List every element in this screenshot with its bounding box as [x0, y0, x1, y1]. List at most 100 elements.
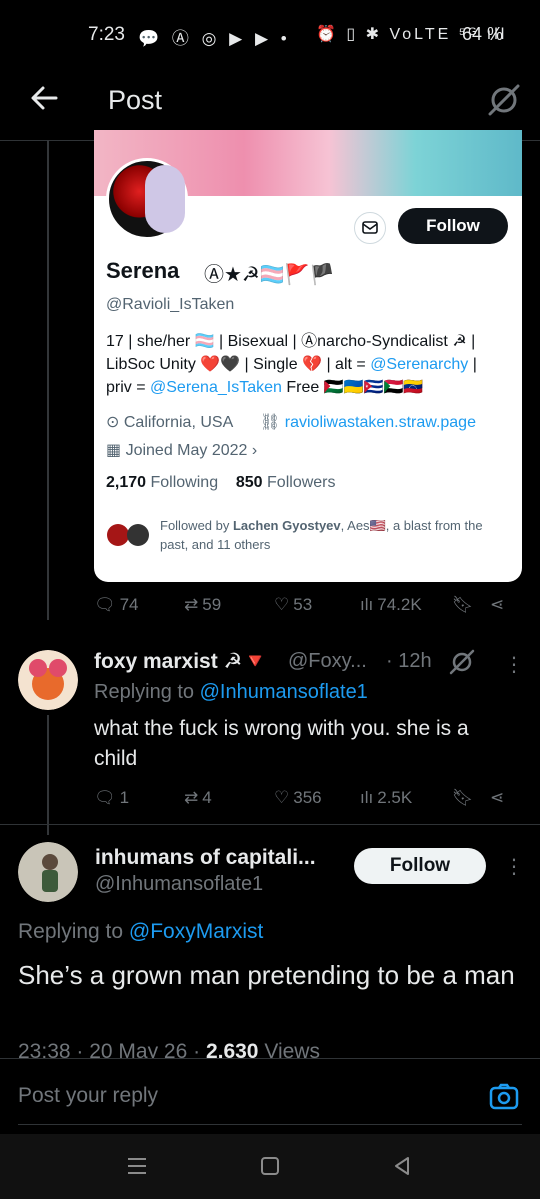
more-options-icon[interactable]: ⋮: [504, 652, 524, 677]
notification-icons: 💬 Ⓐ ◎ ▶ ▶ •: [138, 29, 291, 48]
main-author-handle[interactable]: @Inhumansoflate1: [95, 873, 263, 896]
card-location: ⊙ California, USA: [106, 412, 233, 432]
followed-by-text: Followed by Lachen Gyostyev, Aes🇺🇸, a bl…: [160, 516, 510, 554]
reply-avatar[interactable]: [18, 650, 78, 710]
profile-card-image[interactable]: Follow Serena Ⓐ★☭🏳️‍⚧️🚩🏴 @Ravioli_IsTake…: [94, 130, 522, 582]
location-text: California, USA: [123, 414, 234, 431]
repost-count: 59: [202, 595, 222, 614]
url-text: ravioliwastaken.straw.page: [284, 414, 476, 431]
reply-count: 1: [119, 788, 130, 807]
follow-button[interactable]: Follow: [354, 848, 486, 884]
views-count: 74.2K: [377, 595, 422, 614]
repost-icon: ⇄: [184, 595, 199, 614]
home-icon[interactable]: [258, 1154, 282, 1178]
bookmark-button[interactable]: 🔖︎: [452, 788, 474, 808]
card-bio: 17 | she/her 🏳️‍⚧️ | Bisexual | Ⓐnarcho-…: [106, 330, 506, 399]
card-name: Serena: [106, 258, 180, 283]
replying-to-handle[interactable]: @FoxyMarxist: [129, 920, 264, 943]
card-follow-button: Follow: [398, 208, 508, 244]
heart-icon: ♡: [274, 595, 290, 614]
bookmark-icon: 🔖︎: [452, 788, 474, 807]
following-label: Following: [150, 474, 219, 491]
bio-text: Free 🇵🇸🇺🇦🇨🇺🇸🇩🇻🇪: [281, 379, 424, 396]
profile-avatar: [106, 158, 188, 240]
grok-icon[interactable]: [448, 648, 476, 676]
reply-author-handle[interactable]: @Foxy...: [288, 650, 367, 673]
back-arrow-icon[interactable]: [26, 80, 62, 116]
grok-icon[interactable]: [486, 82, 522, 118]
main-author-name[interactable]: inhumans of capitali...: [95, 846, 316, 870]
card-follow-counts: 2,170 Following 850 Followers: [106, 474, 336, 492]
joined-text: Joined May 2022: [125, 442, 248, 459]
reply-actions: 🗨︎ 1 ⇄ 4 ♡ 356 ılı 2.5K 🔖︎ ⋖: [0, 788, 540, 818]
replying-to: Replying to @Inhumansoflate1: [94, 681, 368, 704]
heart-icon: ♡: [274, 788, 290, 807]
status-time: 7:23: [88, 24, 125, 45]
post-timestamp: 23:38 · 20 May 26 ·: [18, 1040, 206, 1058]
camera-icon[interactable]: [488, 1080, 520, 1112]
link-icon: ⛓: [260, 414, 285, 431]
post-actions: 🗨︎ 74 ⇄ 59 ♡ 53 ılı 74.2K 🔖︎ ⋖: [0, 595, 540, 625]
reply-text: what the fuck is wrong with you. she is …: [94, 717, 469, 770]
reply-button[interactable]: 🗨︎ 1: [94, 788, 129, 808]
followed-by-avatars: [107, 524, 149, 546]
bio-link: @Serena_IsTaken: [150, 379, 282, 396]
thread-line: [47, 140, 49, 620]
avatar-figure: [145, 165, 185, 233]
card-handle: @Ravioli_IsTaken: [106, 296, 235, 313]
followers-label: Followers: [267, 474, 336, 491]
card-name-emoji: Ⓐ★☭🏳️‍⚧️🚩🏴: [204, 264, 335, 286]
views-count: 2.5K: [377, 788, 413, 807]
message-icon: [354, 212, 386, 244]
views-icon: ılı: [360, 788, 374, 807]
followed-name: Lachen Gyostyev: [232, 518, 341, 533]
back-nav-icon[interactable]: [390, 1154, 414, 1178]
replying-to-label: Replying to: [18, 920, 129, 943]
followers-count: 850: [235, 474, 263, 491]
reply-button[interactable]: 🗨︎ 74: [94, 595, 139, 615]
card-url: ⛓ ravioliwastaken.straw.page: [260, 412, 476, 432]
views-count: 2,630: [205, 1040, 259, 1058]
repost-button[interactable]: ⇄ 59: [184, 595, 221, 615]
like-button[interactable]: ♡ 356: [274, 788, 322, 808]
reply-author-name[interactable]: foxy marxist ☭🔻: [94, 649, 269, 674]
recent-apps-icon[interactable]: [124, 1154, 150, 1178]
bookmark-button[interactable]: 🔖︎: [452, 595, 474, 615]
card-joined: ▦ Joined May 2022 ›: [106, 440, 257, 460]
battery-level: 64 %: [462, 24, 504, 44]
share-button[interactable]: ⋖: [490, 788, 504, 808]
share-button[interactable]: ⋖: [490, 595, 504, 615]
reply-icon: 🗨︎: [94, 595, 116, 614]
replying-to: Replying to @FoxyMarxist: [18, 920, 263, 944]
followed-prefix: Followed by: [160, 518, 233, 533]
reply-input[interactable]: Post your reply: [18, 1084, 158, 1108]
divider: [18, 1124, 522, 1125]
repost-button[interactable]: ⇄ 4: [184, 788, 212, 808]
reply-icon: 🗨︎: [94, 788, 116, 807]
bio-link: @Serenarchy: [370, 356, 469, 373]
like-count: 53: [293, 595, 313, 614]
chevron-right-icon: ›: [247, 442, 258, 459]
reply-count: 74: [119, 595, 139, 614]
views-label: Views: [258, 1040, 320, 1058]
share-icon: ⋖: [490, 595, 505, 614]
calendar-icon: ▦: [106, 442, 126, 459]
reply-time: · 12h: [386, 650, 432, 672]
views-button[interactable]: ılı 2.5K: [360, 788, 412, 808]
replying-to-handle[interactable]: @Inhumansoflate1: [200, 681, 368, 703]
views-button[interactable]: ılı 74.2K: [360, 595, 422, 615]
replying-to-label: Replying to: [94, 681, 200, 703]
main-avatar[interactable]: [18, 842, 78, 902]
like-button[interactable]: ♡ 53: [274, 595, 312, 615]
repost-icon: ⇄: [184, 788, 199, 807]
share-icon: ⋖: [490, 788, 505, 807]
divider: [0, 824, 540, 825]
more-options-icon[interactable]: ⋮: [504, 854, 524, 879]
main-post-text: She’s a grown man pretending to be a man: [18, 960, 515, 990]
repost-count: 4: [202, 788, 212, 807]
page-title: Post: [108, 85, 163, 115]
post-meta: 23:38 · 20 May 26 · 2,630 Views: [18, 1040, 320, 1058]
location-icon: ⊙: [106, 414, 124, 431]
following-count: 2,170: [106, 474, 147, 491]
views-icon: ılı: [360, 595, 374, 614]
